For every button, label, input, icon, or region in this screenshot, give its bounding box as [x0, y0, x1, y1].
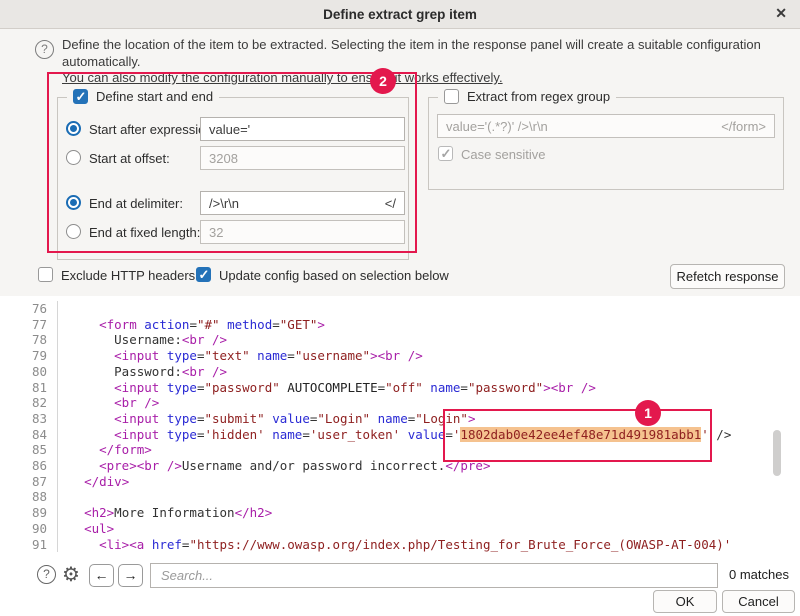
define-extract-grep-item-dialog: Define extract grep item ✕ ? Define the …: [0, 0, 800, 616]
exclude-http-headers-checkbox[interactable]: [38, 267, 53, 282]
annotation-rect-2: [47, 72, 417, 253]
gear-icon[interactable]: ⚙: [62, 562, 80, 587]
regex-pattern-input[interactable]: value='(.*?)' />\r\n </form>: [437, 114, 775, 138]
cancel-button[interactable]: Cancel: [722, 590, 795, 613]
line-number: 76: [0, 301, 58, 317]
code-line: 80 Password:<br />: [0, 364, 800, 380]
code-line: 91 <li><a href="https://www.owasp.org/in…: [0, 537, 800, 553]
code-line: 88: [0, 489, 800, 505]
match-count: 0 matches: [729, 567, 789, 582]
refetch-response-button[interactable]: Refetch response: [670, 264, 785, 289]
regex-pattern-right: </form>: [721, 119, 766, 134]
code-line: 79 <input type="text" name="username"><b…: [0, 348, 800, 364]
code-line: 78 Username:<br />: [0, 332, 800, 348]
annotation-badge-2: 2: [370, 68, 396, 94]
code-line: 81 <input type="password" AUTOCOMPLETE="…: [0, 380, 800, 396]
code-scrollbar[interactable]: [773, 430, 781, 476]
line-number: 78: [0, 332, 58, 348]
code-line: 90 <ul>: [0, 521, 800, 537]
previous-match-button[interactable]: ←: [89, 564, 114, 587]
exclude-http-headers-label: Exclude HTTP headers: [61, 268, 195, 283]
code-line: 76: [0, 301, 800, 317]
extract-regex-label: Extract from regex group: [467, 89, 610, 104]
help-icon: ?: [35, 40, 54, 59]
case-sensitive-checkbox[interactable]: [438, 146, 453, 161]
update-config-label: Update config based on selection below: [219, 268, 449, 283]
line-number: 91: [0, 537, 58, 553]
annotation-rect-1: [443, 409, 712, 462]
line-number: 81: [0, 380, 58, 396]
dialog-title: Define extract grep item: [323, 7, 477, 22]
case-sensitive-label: Case sensitive: [461, 147, 546, 162]
line-number: 88: [0, 489, 58, 505]
line-number: 77: [0, 317, 58, 333]
line-number: 90: [0, 521, 58, 537]
extract-regex-checkbox[interactable]: [444, 89, 459, 104]
title-bar: Define extract grep item ✕: [0, 0, 800, 29]
line-number: 84: [0, 427, 58, 443]
code-line: 77 <form action="#" method="GET">: [0, 317, 800, 333]
line-number: 85: [0, 442, 58, 458]
code-line: 87 </div>: [0, 474, 800, 490]
line-number: 80: [0, 364, 58, 380]
search-input[interactable]: [150, 563, 718, 588]
description-line1: Define the location of the item to be ex…: [62, 37, 790, 70]
line-number: 86: [0, 458, 58, 474]
line-number: 89: [0, 505, 58, 521]
line-number: 83: [0, 411, 58, 427]
close-icon[interactable]: ✕: [775, 5, 787, 22]
next-match-button[interactable]: →: [118, 564, 143, 587]
line-number: 82: [0, 395, 58, 411]
code-line: 89 <h2>More Information</h2>: [0, 505, 800, 521]
update-config-checkbox[interactable]: [196, 267, 211, 282]
line-number: 87: [0, 474, 58, 490]
extract-regex-group: Extract from regex group: [428, 97, 784, 190]
line-number: 79: [0, 348, 58, 364]
regex-pattern-left: value='(.*?)' />\r\n: [446, 119, 548, 134]
annotation-badge-1: 1: [635, 400, 661, 426]
search-help-icon[interactable]: ?: [37, 565, 56, 584]
ok-button[interactable]: OK: [653, 590, 717, 613]
